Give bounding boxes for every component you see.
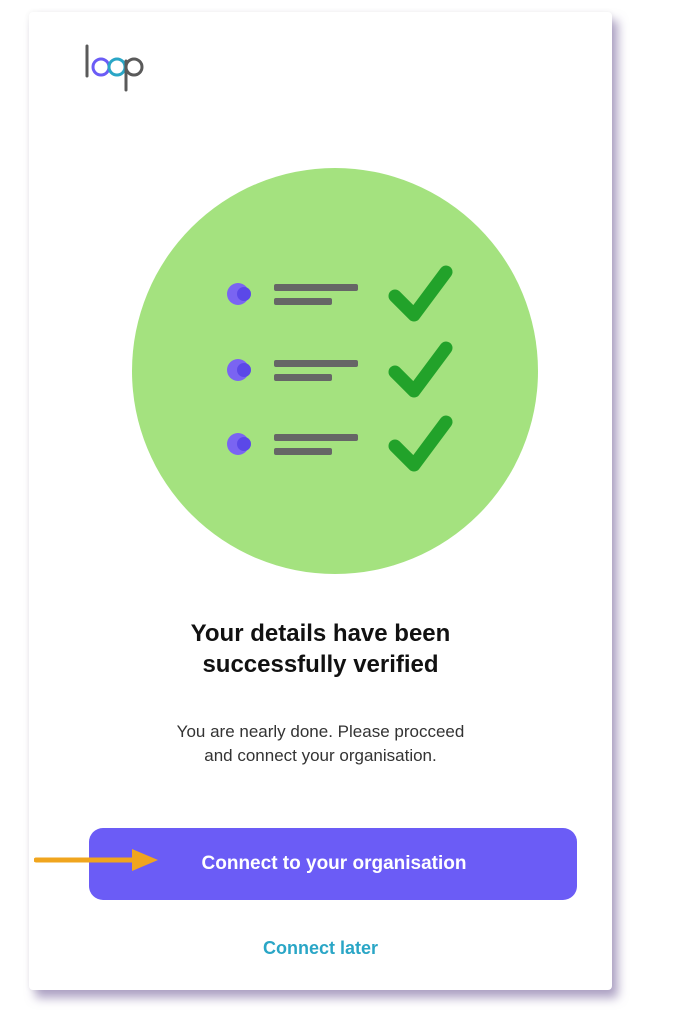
verification-card: Your details have been successfully veri… bbox=[29, 12, 612, 990]
screen: Your details have been successfully veri… bbox=[0, 0, 677, 1012]
success-subtitle: You are nearly done. Please procceed and… bbox=[176, 722, 465, 765]
hero-circle bbox=[132, 168, 538, 574]
loop-logo bbox=[85, 44, 144, 92]
connect-organisation-label: Connect to your organisation bbox=[201, 853, 467, 874]
pointer-arrow-icon bbox=[34, 849, 158, 871]
connect-later-link[interactable]: Connect later bbox=[29, 938, 612, 959]
verified-illustration bbox=[132, 168, 538, 574]
connect-organisation-button[interactable]: Connect to your organisation bbox=[89, 828, 577, 900]
success-title: Your details have been successfully veri… bbox=[190, 620, 451, 678]
